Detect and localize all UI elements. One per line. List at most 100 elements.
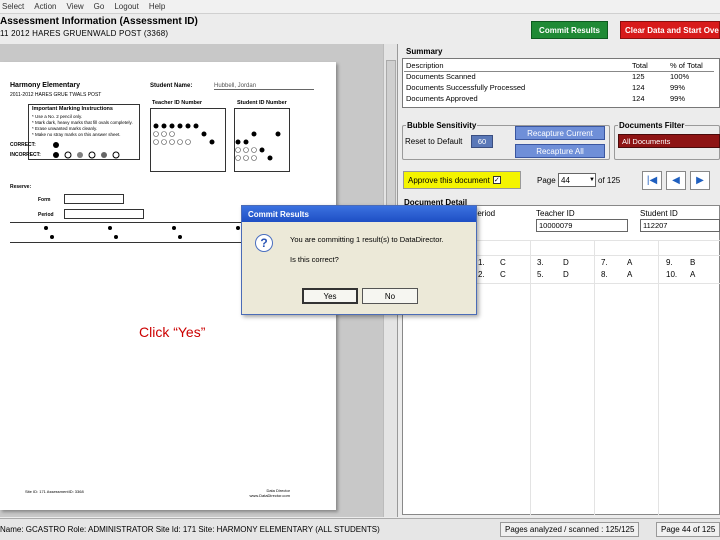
answer-number: 5. bbox=[537, 270, 544, 279]
summary-table: Description Total % of Total Documents S… bbox=[404, 61, 714, 104]
status-page-position: Page 44 of 125 bbox=[656, 522, 720, 537]
page-number-value: 44 bbox=[561, 175, 570, 185]
commit-results-dialog: Commit Results ? You are committing 1 re… bbox=[241, 205, 477, 315]
next-page-icon[interactable]: ▶ bbox=[690, 171, 710, 190]
documents-filter-title: Documents Filter bbox=[618, 121, 686, 130]
answer-value[interactable]: D bbox=[563, 258, 569, 267]
menu-go[interactable]: Go bbox=[94, 2, 105, 11]
id-bubbles bbox=[153, 123, 281, 161]
menu-logout[interactable]: Logout bbox=[114, 2, 138, 11]
table-cell: 124 bbox=[632, 94, 645, 103]
dialog-title: Commit Results bbox=[242, 206, 476, 222]
instructions-title: Important Marking Instructions bbox=[32, 106, 113, 112]
table-cell: 125 bbox=[632, 72, 645, 82]
answer-value[interactable]: A bbox=[627, 258, 632, 267]
correct-label: CORRECT: bbox=[10, 142, 36, 148]
answer-number: 10. bbox=[666, 270, 678, 279]
instruction-annotation: Click “Yes” bbox=[139, 324, 206, 340]
grid-line bbox=[658, 240, 659, 515]
table-row: Documents Scanned 125 100% bbox=[404, 71, 714, 82]
teacher-id-field[interactable]: 10000079 bbox=[536, 219, 628, 232]
answer-value[interactable]: B bbox=[690, 258, 695, 267]
table-cell: 99% bbox=[670, 94, 686, 103]
student-id-field[interactable]: 112207 bbox=[640, 219, 720, 232]
status-pages-scanned: Pages analyzed / scanned : 125/125 bbox=[500, 522, 640, 537]
first-page-icon[interactable]: |◀ bbox=[642, 171, 662, 190]
answer-value[interactable]: A bbox=[690, 270, 695, 279]
column-header: % of Total bbox=[668, 61, 714, 72]
period-label: Period bbox=[38, 212, 54, 218]
menu-help[interactable]: Help bbox=[149, 2, 165, 11]
approve-label: Approve this document bbox=[408, 175, 490, 185]
student-id-label: Student ID Number bbox=[237, 100, 287, 106]
teacher-id-column-header: Teacher ID bbox=[536, 209, 575, 218]
answer-number: 2. bbox=[478, 270, 485, 279]
page-total: of 125 bbox=[598, 176, 621, 185]
menu-select[interactable]: Select bbox=[2, 2, 24, 11]
yes-button[interactable]: Yes bbox=[302, 288, 358, 304]
form-label: Form bbox=[38, 197, 51, 203]
dialog-message: You are committing 1 result(s) to DataDi… bbox=[290, 235, 444, 244]
dialog-question: Is this correct? bbox=[290, 255, 339, 264]
previous-page-icon[interactable]: ◀ bbox=[666, 171, 686, 190]
approve-checkbox[interactable]: ✓ bbox=[492, 176, 501, 184]
student-id-column-header: Student ID bbox=[640, 209, 678, 218]
page-number-select[interactable]: 44 ▼ bbox=[558, 173, 596, 187]
clear-data-button[interactable]: Clear Data and Start Over bbox=[620, 21, 720, 39]
table-cell: Documents Scanned bbox=[406, 72, 476, 82]
table-row: Documents Successfully Processed 124 99% bbox=[404, 82, 714, 93]
table-header-row: Description Total % of Total bbox=[404, 61, 714, 72]
menu-action[interactable]: Action bbox=[34, 2, 56, 11]
teacher-id-label: Teacher ID Number bbox=[152, 100, 203, 106]
summary-title: Summary bbox=[406, 47, 443, 56]
documents-filter-select[interactable]: All Documents bbox=[618, 134, 720, 148]
answer-number: 7. bbox=[601, 258, 608, 267]
grid-line bbox=[594, 240, 595, 515]
table-cell: Documents Successfully Processed bbox=[406, 83, 526, 92]
question-icon: ? bbox=[255, 234, 273, 252]
answer-number: 9. bbox=[666, 258, 673, 267]
status-bar: Name: GCASTRO Role: ADMINISTRATOR Site I… bbox=[0, 518, 720, 540]
status-user-info: Name: GCASTRO Role: ADMINISTRATOR Site I… bbox=[0, 525, 380, 534]
recapture-all-button[interactable]: Recapture All bbox=[515, 144, 605, 158]
page-label: Page bbox=[537, 176, 556, 185]
instruction-line: * Use a No. 2 pencil only. bbox=[32, 114, 83, 119]
bubble-sensitivity-title: Bubble Sensitivity bbox=[406, 121, 478, 130]
answer-value[interactable]: D bbox=[563, 270, 569, 279]
page-subtitle: 11 2012 HARES GRUENWALD POST (3368) bbox=[0, 29, 169, 38]
instruction-line: * Mark dark, heavy marks that fill ovals… bbox=[32, 120, 133, 125]
column-header: Description bbox=[404, 61, 630, 72]
marking-examples bbox=[53, 142, 120, 159]
answer-number: 3. bbox=[537, 258, 544, 267]
grid-line bbox=[530, 240, 531, 515]
table-cell: 124 bbox=[632, 83, 645, 92]
scan-school-name: Harmony Elementary bbox=[10, 82, 81, 89]
sensitivity-value[interactable]: 60 bbox=[471, 135, 493, 148]
approve-document-toggle[interactable]: Approve this document ✓ bbox=[403, 171, 521, 189]
answer-value[interactable]: A bbox=[627, 270, 632, 279]
answer-number: 1. bbox=[478, 258, 485, 267]
reset-default-label[interactable]: Reset to Default bbox=[405, 137, 462, 146]
scan-test-line: 2011-2012 HARES GRUE TWALS POST bbox=[10, 92, 102, 98]
period-bubbles bbox=[64, 209, 144, 219]
recapture-current-button[interactable]: Recapture Current bbox=[515, 126, 605, 140]
table-cell: 99% bbox=[670, 83, 686, 92]
scrollbar-thumb[interactable] bbox=[386, 60, 396, 220]
form-bubbles bbox=[64, 194, 124, 204]
incorrect-label: INCORRECT: bbox=[10, 152, 41, 158]
scan-student-value: Hubbell, Jordan bbox=[214, 83, 314, 90]
menu-view[interactable]: View bbox=[66, 2, 83, 11]
column-header: Total bbox=[630, 61, 668, 72]
page-title: Assessment Information (Assessment ID) bbox=[0, 16, 198, 27]
answer-value[interactable]: C bbox=[500, 270, 506, 279]
scan-footer-left: Site ID: 171 AssessmentID: 3368 bbox=[25, 489, 84, 494]
instruction-line: * Make no stray marks on this answer she… bbox=[32, 132, 121, 137]
table-cell: 100% bbox=[670, 72, 690, 82]
answer-value[interactable]: C bbox=[500, 258, 506, 267]
chevron-down-icon: ▼ bbox=[589, 177, 595, 183]
table-cell: Documents Approved bbox=[406, 94, 478, 103]
menu-bar: Select Action View Go Logout Help bbox=[0, 0, 720, 14]
no-button[interactable]: No bbox=[362, 288, 418, 304]
commit-results-button[interactable]: Commit Results bbox=[531, 21, 608, 39]
answer-number: 8. bbox=[601, 270, 608, 279]
